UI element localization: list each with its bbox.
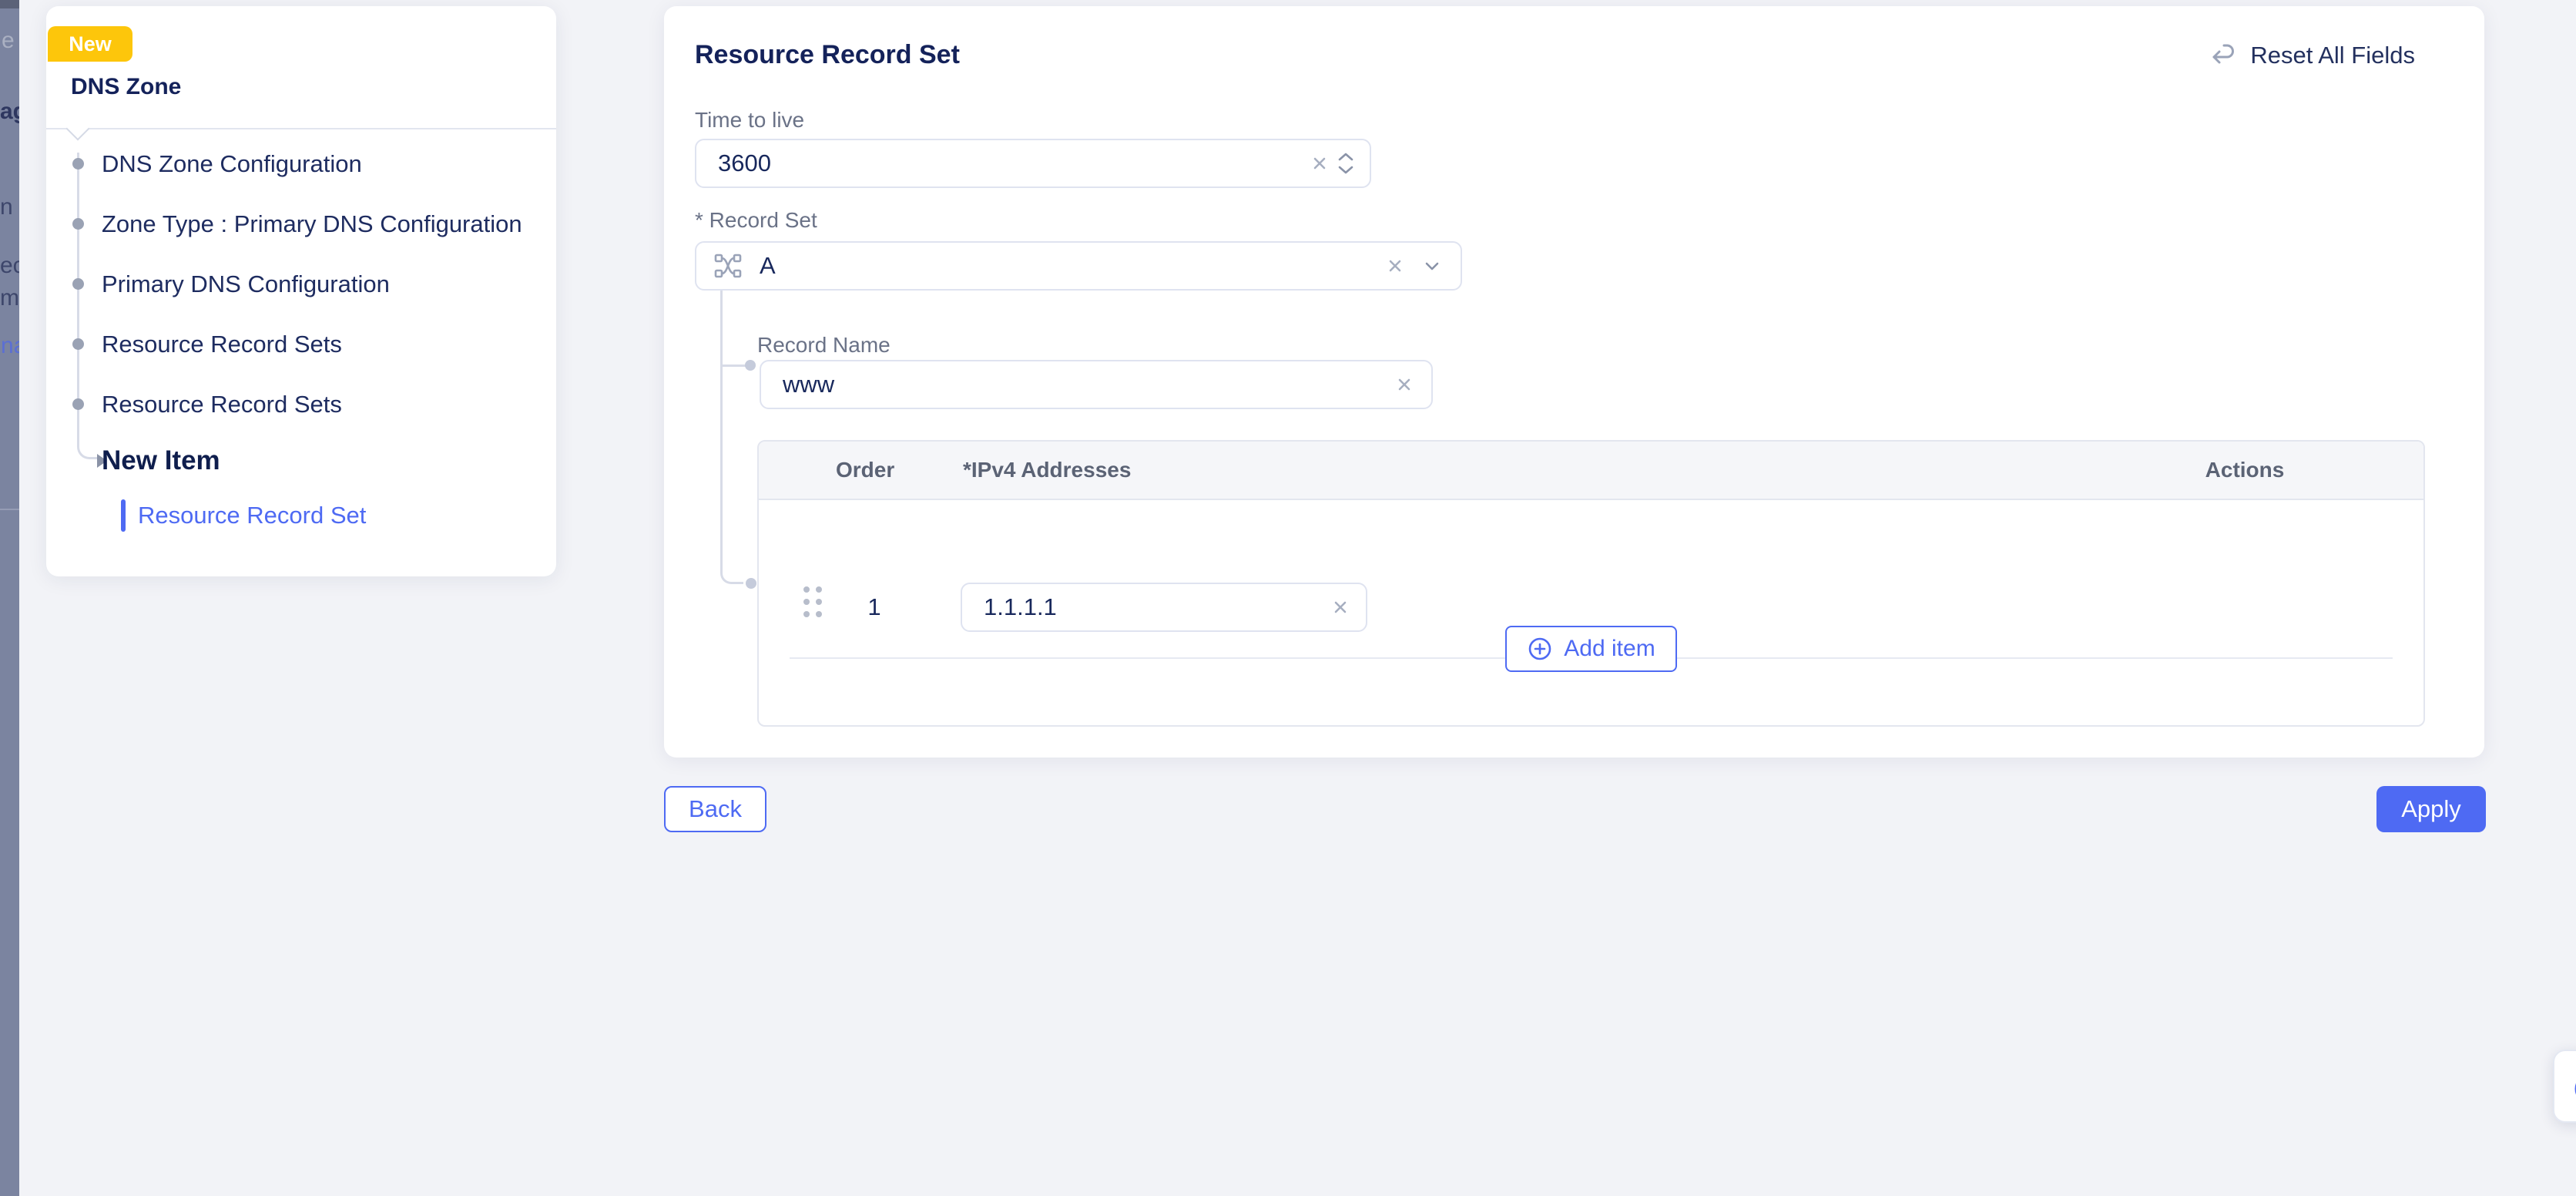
help-circle-icon <box>2573 1072 2576 1106</box>
table-row: 1 <box>759 500 2423 600</box>
plus-circle-icon <box>1527 636 1553 662</box>
undo-arrow-icon <box>2210 42 2238 69</box>
background-text-fragment: m <box>0 285 19 311</box>
step-bullet <box>72 218 84 230</box>
connector-line-branch <box>722 365 746 367</box>
connector-line-vertical <box>720 291 743 584</box>
background-link-fragment: na <box>1 333 19 359</box>
stepper-down-icon[interactable] <box>1336 164 1356 176</box>
ttl-field <box>695 139 1371 188</box>
record-set-label: * Record Set <box>695 208 817 233</box>
ttl-stepper <box>1336 151 1356 176</box>
connector-dot <box>746 578 756 589</box>
selected-subitem-bar <box>121 499 126 532</box>
sidebar-title: DNS Zone <box>71 74 181 100</box>
sidebar-item-resource-record-sets-1[interactable]: Resource Record Sets <box>102 331 342 358</box>
record-name-clear-icon[interactable] <box>1393 373 1416 396</box>
stepper-up-icon[interactable] <box>1336 151 1356 163</box>
step-bullet <box>72 338 84 350</box>
dns-zone-stepper-panel: New DNS Zone DNS Zone Configuration Zone… <box>46 6 556 576</box>
record-name-field <box>760 360 1433 409</box>
record-set-value[interactable] <box>743 243 1384 289</box>
add-item-label: Add item <box>1564 636 1655 662</box>
apply-button[interactable]: Apply <box>2376 786 2486 832</box>
sidebar-item-dns-zone-configuration[interactable]: DNS Zone Configuration <box>102 150 362 178</box>
step-bullet <box>72 278 84 290</box>
record-set-chevron-down-icon[interactable] <box>1420 254 1444 277</box>
row-order-value: 1 <box>857 593 891 621</box>
screen: e ag n l ec m na New DNS Zone DNS Zone C… <box>0 0 2576 1196</box>
table-header-row: Order *IPv4 Addresses Actions <box>759 442 2423 500</box>
ipv4-address-field <box>961 583 1367 632</box>
ipv4-clear-icon[interactable] <box>1329 596 1352 619</box>
sidebar-divider <box>46 128 556 129</box>
background-text-fragment: e <box>2 28 15 54</box>
step-bullet <box>72 398 84 410</box>
background-text-fragment: n l <box>0 194 19 220</box>
record-set-clear-icon[interactable] <box>1384 254 1407 277</box>
background-text-fragment: ec <box>0 253 19 279</box>
dimmed-background-page: e ag n l ec m na <box>0 0 19 1196</box>
column-header-order: Order <box>836 458 894 482</box>
sidebar-subitem-resource-record-set[interactable]: Resource Record Set <box>138 502 366 529</box>
drag-handle-icon[interactable] <box>803 586 822 617</box>
ipv4-addresses-table: Order *IPv4 Addresses Actions 1 <box>757 440 2425 727</box>
sidebar-item-primary-dns-configuration[interactable]: Primary DNS Configuration <box>102 270 390 298</box>
back-button[interactable]: Back <box>664 786 766 832</box>
sidebar-divider-notch <box>65 116 89 140</box>
record-name-label: Record Name <box>757 333 891 358</box>
ipv4-address-input[interactable] <box>962 584 1329 630</box>
column-header-ipv4: *IPv4 Addresses <box>963 458 1131 482</box>
add-item-button[interactable]: Add item <box>1505 626 1676 672</box>
stepper-timeline <box>77 153 99 459</box>
background-divider <box>0 509 19 510</box>
record-name-input[interactable] <box>761 361 1393 408</box>
resource-record-set-form-card: Resource Record Set Reset All Fields Tim… <box>664 6 2484 758</box>
ttl-input[interactable] <box>696 140 1308 186</box>
sidebar-item-new-item[interactable]: New Item <box>102 445 220 476</box>
background-header-band <box>0 0 19 8</box>
floating-help-button[interactable] <box>2553 1050 2576 1123</box>
background-text-fragment: ag <box>0 99 19 125</box>
sidebar-item-resource-record-sets-2[interactable]: Resource Record Sets <box>102 391 342 418</box>
record-set-select[interactable] <box>695 241 1462 291</box>
sidebar-item-zone-type[interactable]: Zone Type : Primary DNS Configuration <box>102 210 522 238</box>
ttl-clear-icon[interactable] <box>1308 152 1331 175</box>
record-type-shuffle-icon <box>713 251 743 281</box>
new-badge: New <box>48 26 132 62</box>
column-header-actions: Actions <box>2175 458 2314 482</box>
ttl-label: Time to live <box>695 108 804 133</box>
form-title: Resource Record Set <box>695 40 960 70</box>
connector-dot <box>745 360 756 371</box>
reset-all-fields-label: Reset All Fields <box>2250 42 2415 69</box>
reset-all-fields-button[interactable]: Reset All Fields <box>2210 42 2415 69</box>
step-bullet <box>72 158 84 170</box>
